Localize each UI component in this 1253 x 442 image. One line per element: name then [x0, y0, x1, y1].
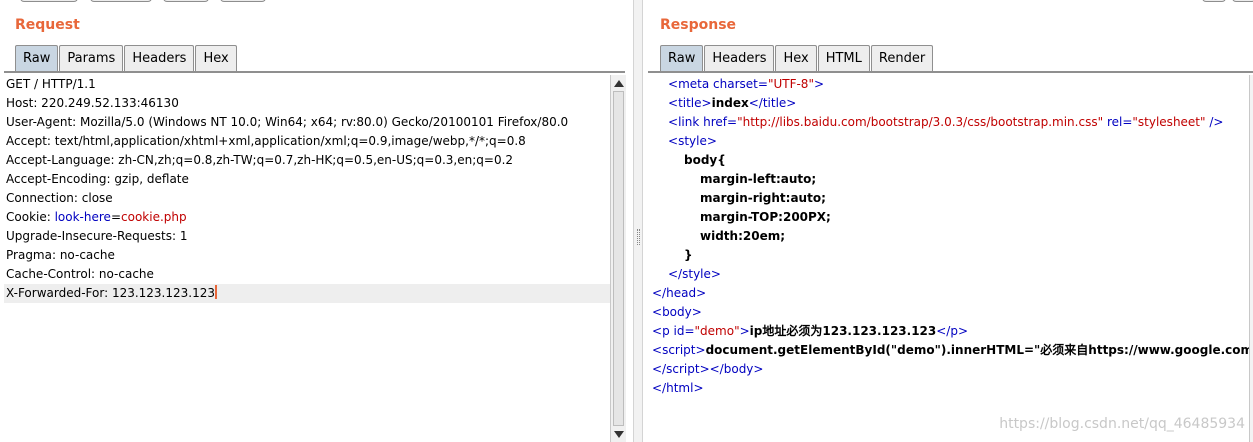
request-line: GET / HTTP/1.1	[6, 77, 96, 91]
request-line: Accept-Language: zh-CN,zh;q=0.8,zh-TW;q=…	[6, 153, 514, 167]
request-tab-raw[interactable]: Raw	[15, 45, 59, 72]
response-line: </head>	[652, 286, 707, 300]
request-line-cookie: Cookie: look-here=cookie.php	[4, 208, 610, 227]
response-tab-headers[interactable]: Headers	[704, 45, 775, 72]
request-line: Upgrade-Insecure-Requests: 1	[6, 229, 188, 243]
scroll-up-arrow-icon[interactable]	[614, 80, 624, 87]
cookie-key: look-here	[54, 210, 111, 224]
request-line: User-Agent: Mozilla/5.0 (Windows NT 10.0…	[6, 115, 569, 129]
request-line: Accept: text/html,application/xhtml+xml,…	[6, 134, 526, 148]
response-tab-render[interactable]: Render	[870, 45, 934, 72]
splitter-grip-icon[interactable]	[637, 229, 640, 245]
response-line: </style>	[668, 267, 721, 281]
request-tab-hex[interactable]: Hex	[195, 45, 237, 72]
response-line: margin-right:auto;	[700, 191, 826, 205]
request-tab-params[interactable]: Params	[59, 45, 124, 72]
request-panel: Request Raw Params Headers Hex GET / HTT…	[0, 0, 633, 442]
request-line: Cache-Control: no-cache	[6, 267, 154, 281]
panel-splitter[interactable]	[633, 0, 643, 442]
cookie-value: cookie.php	[121, 210, 187, 224]
request-editor[interactable]: GET / HTTP/1.1 Host: 220.249.52.133:4613…	[4, 75, 610, 442]
request-tabbar: Raw Params Headers Hex	[15, 45, 238, 72]
response-line: <meta charset="UTF-8">	[668, 77, 825, 91]
request-scrollbar[interactable]	[610, 75, 626, 442]
response-panel: Response Raw Headers Hex HTML Render <me…	[643, 0, 1253, 442]
request-line: Accept-Encoding: gzip, deflate	[6, 172, 189, 186]
response-line: body{	[684, 153, 726, 167]
scroll-down-arrow-icon[interactable]	[614, 431, 624, 438]
request-line-current[interactable]: X-Forwarded-For: 123.123.123.123	[4, 284, 610, 303]
response-line: </script></body>	[652, 362, 764, 376]
response-line: <p id="demo">ip地址必须为123.123.123.123</p>	[652, 324, 969, 338]
response-tab-divider	[648, 71, 1253, 73]
request-title: Request	[15, 17, 80, 33]
watermark: https://blog.csdn.net/qq_46485934	[999, 416, 1245, 432]
response-line: margin-left:auto;	[700, 172, 817, 186]
response-scrollbar[interactable]	[1249, 75, 1253, 442]
response-line: <title>index</title>	[668, 96, 797, 110]
response-tab-hex[interactable]: Hex	[775, 45, 817, 72]
response-line: margin-TOP:200PX;	[700, 210, 831, 224]
response-line: <link href="http://libs.baidu.com/bootst…	[668, 115, 1224, 129]
response-title: Response	[660, 17, 737, 33]
xff-header: X-Forwarded-For: 123.123.123.123	[6, 286, 215, 300]
request-tab-headers[interactable]: Headers	[124, 45, 195, 72]
response-line: <style>	[668, 134, 717, 148]
response-line: }	[684, 248, 693, 262]
response-line: </html>	[652, 381, 704, 395]
response-line: <body>	[652, 305, 702, 319]
cookie-equals: =	[110, 210, 121, 224]
response-line: width:20em;	[700, 229, 786, 243]
request-tab-divider	[4, 71, 625, 73]
text-cursor	[215, 285, 217, 299]
request-line: Host: 220.249.52.133:46130	[6, 96, 179, 110]
response-tab-raw[interactable]: Raw	[660, 45, 704, 72]
response-line: <script>document.getElementById("demo").…	[652, 343, 1250, 357]
response-tabbar: Raw Headers Hex HTML Render	[660, 45, 934, 72]
request-line: Connection: close	[6, 191, 113, 205]
cookie-label: Cookie:	[6, 210, 55, 224]
response-editor[interactable]: <meta charset="UTF-8"> <title>index</tit…	[650, 75, 1250, 442]
scroll-thumb[interactable]	[613, 91, 624, 426]
request-line: Pragma: no-cache	[6, 248, 115, 262]
response-tab-html[interactable]: HTML	[817, 45, 870, 72]
